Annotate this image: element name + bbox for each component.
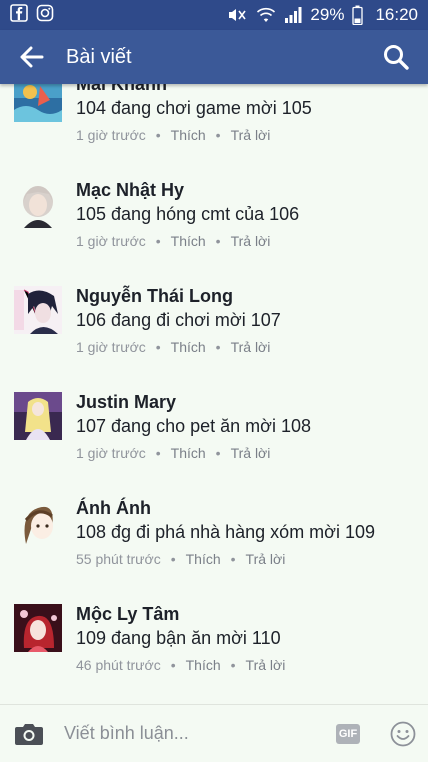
comment-item: Mộc Ly Tâm 109 đang bận ăn mời 110 46 ph… <box>0 604 428 704</box>
status-left <box>10 3 54 27</box>
reply-button[interactable]: Trả lời <box>231 339 271 355</box>
back-button[interactable] <box>14 39 50 75</box>
page-title: Bài viết <box>66 45 132 68</box>
comment-text: 107 đang cho pet ăn mời 108 <box>76 416 311 436</box>
commenter-name[interactable]: Ánh Ánh <box>76 498 151 519</box>
separator-dot: • <box>215 233 221 249</box>
comment-meta: 55 phút trước • Thích • Trả lời <box>76 551 285 567</box>
separator-dot: • <box>215 127 221 143</box>
battery-percent: 29% <box>310 5 345 24</box>
battery-icon <box>352 5 364 25</box>
comment-text: 104 đang chơi game mời 105 <box>76 98 312 118</box>
signal-icon <box>284 6 302 24</box>
comment-time: 1 giờ trước <box>76 339 146 355</box>
search-icon <box>384 45 409 70</box>
comment-item: Mai Khánh 104 đang chơi game mời 105 1 g… <box>0 84 428 180</box>
camera-icon <box>15 723 43 745</box>
clock: 16:20 <box>375 5 418 24</box>
comment-text: 105 đang hóng cmt của 106 <box>76 204 300 224</box>
commenter-name[interactable]: Mai Khánh <box>76 84 167 95</box>
like-button[interactable]: Thích <box>171 339 206 355</box>
instagram-icon <box>36 4 54 27</box>
search-button[interactable] <box>378 39 414 75</box>
comment-text: 108 đg đi phá nhà hàng xóm mời 109 <box>76 522 376 542</box>
separator-dot: • <box>230 551 236 567</box>
wifi-icon <box>256 6 276 24</box>
comment-meta: 46 phút trước • Thích • Trả lời <box>76 657 285 673</box>
comment-item: Justin Mary 107 đang cho pet ăn mời 108 … <box>0 392 428 498</box>
separator-dot: • <box>215 339 221 355</box>
avatar[interactable] <box>14 604 62 652</box>
comment-item: Nguyễn Thái Long 106 đang đi chơi mời 10… <box>0 286 428 392</box>
like-button[interactable]: Thích <box>171 127 206 143</box>
arrow-left-icon <box>20 46 44 68</box>
comment-meta: 1 giờ trước • Thích • Trả lời <box>76 445 270 461</box>
status-right: 29% 16:20 <box>226 5 418 25</box>
camera-button[interactable] <box>12 717 46 751</box>
reply-button[interactable]: Trả lời <box>246 551 286 567</box>
reply-button[interactable]: Trả lời <box>231 233 271 249</box>
comment-time: 1 giờ trước <box>76 445 146 461</box>
comment-time: 46 phút trước <box>76 657 161 673</box>
separator-dot: • <box>170 657 176 673</box>
like-button[interactable]: Thích <box>186 657 221 673</box>
avatar[interactable] <box>14 180 62 228</box>
comment-item: Mạc Nhật Hy 105 đang hóng cmt của 106 1 … <box>0 180 428 286</box>
commenter-name[interactable]: Mộc Ly Tâm <box>76 604 179 625</box>
status-bar: 29% 16:20 <box>0 0 428 30</box>
comment-composer: GIF <box>0 704 428 762</box>
smiley-icon <box>390 721 416 746</box>
gif-button[interactable]: GIF <box>336 723 360 744</box>
separator-dot: • <box>155 339 161 355</box>
avatar[interactable] <box>14 392 62 440</box>
commenter-name[interactable]: Justin Mary <box>76 392 176 413</box>
like-button[interactable]: Thích <box>171 233 206 249</box>
comment-time: 1 giờ trước <box>76 127 146 143</box>
facebook-icon <box>10 3 28 27</box>
separator-dot: • <box>230 657 236 673</box>
avatar[interactable] <box>14 84 62 122</box>
separator-dot: • <box>215 445 221 461</box>
commenter-name[interactable]: Nguyễn Thái Long <box>76 286 233 307</box>
reply-button[interactable]: Trả lời <box>231 127 271 143</box>
comment-time: 55 phút trước <box>76 551 161 567</box>
avatar[interactable] <box>14 498 62 546</box>
separator-dot: • <box>155 127 161 143</box>
comment-text: 106 đang đi chơi mời 107 <box>76 310 281 330</box>
separator-dot: • <box>170 551 176 567</box>
comment-meta: 1 giờ trước • Thích • Trả lời <box>76 339 270 355</box>
mute-icon <box>226 6 248 24</box>
emoji-button[interactable] <box>390 721 416 747</box>
separator-dot: • <box>155 445 161 461</box>
comment-item: Ánh Ánh 108 đg đi phá nhà hàng xóm mời 1… <box>0 498 428 604</box>
comment-meta: 1 giờ trước • Thích • Trả lời <box>76 233 270 249</box>
comment-list: Mai Khánh 104 đang chơi game mời 105 1 g… <box>0 84 428 704</box>
like-button[interactable]: Thích <box>171 445 206 461</box>
comment-input[interactable] <box>64 723 336 744</box>
comment-time: 1 giờ trước <box>76 233 146 249</box>
reply-button[interactable]: Trả lời <box>231 445 271 461</box>
comment-meta: 1 giờ trước • Thích • Trả lời <box>76 127 270 143</box>
separator-dot: • <box>155 233 161 249</box>
app-bar: Bài viết <box>0 30 428 84</box>
avatar[interactable] <box>14 286 62 334</box>
commenter-name[interactable]: Mạc Nhật Hy <box>76 180 184 201</box>
comment-text: 109 đang bận ăn mời 110 <box>76 628 281 648</box>
reply-button[interactable]: Trả lời <box>246 657 286 673</box>
like-button[interactable]: Thích <box>186 551 221 567</box>
